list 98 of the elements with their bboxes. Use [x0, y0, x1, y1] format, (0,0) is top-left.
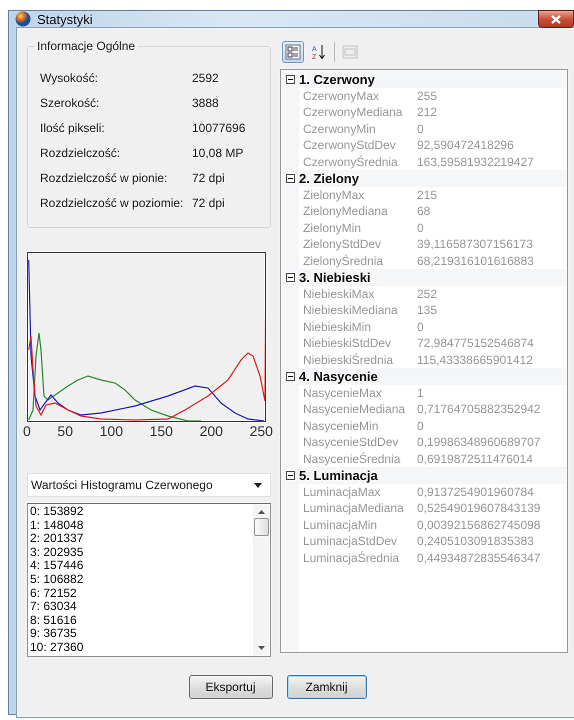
property-value: 72,984775152546874: [417, 336, 534, 350]
axis-tick-label: 0: [23, 423, 31, 439]
property-name: NasycenieStdDev: [302, 435, 400, 450]
histogram-dropdown[interactable]: Wartości Histogramu Czerwonego: [27, 473, 271, 497]
list-item[interactable]: 2: 201337: [30, 532, 251, 546]
axis-tick-label: 50: [57, 423, 73, 439]
scroll-up-icon[interactable]: [258, 510, 265, 514]
property-name: ZielonyStdDev: [302, 237, 382, 252]
property-name: ZielonyMax: [302, 188, 366, 202]
property-value: 135: [417, 303, 438, 318]
property-value: 212: [417, 105, 438, 120]
property-value: 0: [417, 320, 424, 334]
collapse-icon[interactable]: [286, 174, 294, 183]
property-value: 1: [417, 386, 424, 400]
property-name: LuminacjaŚrednia: [302, 550, 400, 565]
info-label: Wysokość:: [40, 70, 99, 84]
property-value: 163,59581932219427: [417, 154, 534, 169]
app-icon: [15, 11, 31, 27]
property-name: CzerwonyStdDev: [302, 138, 397, 152]
property-value: 0: [417, 122, 424, 136]
close-button[interactable]: [538, 10, 574, 28]
property-name: NasycenieMediana: [302, 402, 406, 416]
property-name: NasycenieŚrednia: [302, 452, 402, 466]
property-name: CzerwonyMediana: [302, 105, 404, 120]
property-value: 0: [417, 220, 424, 235]
property-name: LuminacjaMin: [302, 518, 378, 532]
axis-tick-label: 150: [150, 423, 173, 439]
property-value: 115,43338665901412: [417, 352, 533, 367]
property-value: 255: [417, 88, 438, 103]
list-item[interactable]: 8: 51616: [30, 614, 251, 628]
property-value: 0,2405103091835383: [417, 534, 534, 548]
property-value: 252: [417, 286, 438, 301]
list-item[interactable]: 6: 72152: [30, 586, 251, 600]
property-value: 0,44934872835546347: [417, 550, 540, 565]
property-value: 68,219316101616883: [417, 254, 534, 268]
property-value: 0,6919872511476014: [417, 452, 533, 466]
info-value: 2592: [192, 70, 219, 84]
list-item[interactable]: 1: 148048: [30, 518, 251, 532]
property-value: 0,19986348960689707: [417, 435, 540, 450]
list-item[interactable]: 9: 36735: [30, 627, 251, 641]
property-name: CzerwonyŚrednia: [302, 154, 399, 169]
list-item[interactable]: 10: 27360: [30, 640, 251, 655]
property-name: NiebieskiMin: [302, 320, 372, 334]
info-value: 72 dpi: [192, 196, 225, 210]
property-value: 0,52549019607843139: [417, 501, 540, 516]
info-value: 10077696: [192, 120, 246, 134]
window-title: Statystyki: [37, 12, 93, 26]
property-name: NasycenieMin: [302, 418, 380, 433]
info-value: 10,08 MP: [192, 146, 244, 160]
info-label: Rozdzielczość w poziomie:: [40, 196, 184, 210]
scrollbar-thumb[interactable]: [254, 518, 269, 536]
property-name: NiebieskiMax: [302, 286, 376, 301]
close-icon: [550, 14, 562, 24]
property-name: LuminacjaMax: [302, 484, 382, 499]
property-name: NiebieskiStdDev: [302, 336, 392, 350]
info-value: 3888: [192, 96, 219, 110]
property-value: 68: [417, 204, 430, 218]
scrollbar[interactable]: [253, 504, 270, 656]
list-item[interactable]: 7: 63034: [30, 600, 251, 614]
list-item[interactable]: 3: 202935: [30, 546, 251, 560]
property-name: NasycenieMax: [302, 386, 383, 400]
axis-tick-label: 100: [100, 423, 123, 439]
axis-tick-label: 200: [200, 423, 223, 439]
property-name: CzerwonyMax: [302, 88, 380, 103]
info-value: 72 dpi: [192, 170, 225, 184]
scroll-down-icon[interactable]: [258, 646, 265, 650]
property-name: LuminacjaStdDev: [302, 534, 398, 548]
property-value: 215: [417, 188, 438, 202]
group-title: Informacje Ogólne: [34, 39, 138, 53]
dropdown-arrow-icon: [254, 482, 262, 488]
info-label: Ilość pikseli:: [40, 120, 106, 134]
collapse-icon[interactable]: [286, 372, 294, 381]
info-label: Rozdzielczość w pionie:: [40, 170, 168, 184]
property-name: LuminacjaMediana: [302, 501, 405, 516]
property-value: 0,71764705882352942: [417, 402, 540, 416]
property-name: ZielonyŚrednia: [302, 254, 384, 268]
info-label: Rozdzielczość:: [40, 146, 122, 160]
property-name: NiebieskiMediana: [302, 303, 399, 318]
dialog-button[interactable]: Eksportuj: [188, 675, 272, 699]
toolbar-button[interactable]: [282, 41, 304, 63]
list-item[interactable]: 0: 153892: [30, 505, 251, 519]
dialog-button[interactable]: Zamknij: [286, 675, 366, 699]
property-name: CzerwonyMin: [302, 122, 377, 136]
collapse-icon[interactable]: [286, 74, 294, 84]
collapse-icon[interactable]: [286, 272, 294, 282]
collapse-icon[interactable]: [286, 470, 294, 480]
property-value: 0,00392156862745098: [417, 518, 540, 532]
list-item[interactable]: 4: 157446: [30, 559, 251, 573]
info-label: Szerokość:: [40, 96, 100, 110]
property-value: 39,116587307156173: [417, 237, 533, 252]
list-item[interactable]: 5: 106882: [30, 572, 251, 587]
axis-tick-label: 250: [250, 423, 273, 439]
property-name: ZielonyMin: [302, 220, 362, 235]
property-name: ZielonyMediana: [302, 204, 389, 218]
property-value: 92,590472418296: [417, 138, 514, 152]
property-value: 0: [417, 418, 424, 433]
property-name: NiebieskiŚrednia: [302, 352, 394, 367]
property-value: 0,9137254901960784: [417, 484, 534, 499]
